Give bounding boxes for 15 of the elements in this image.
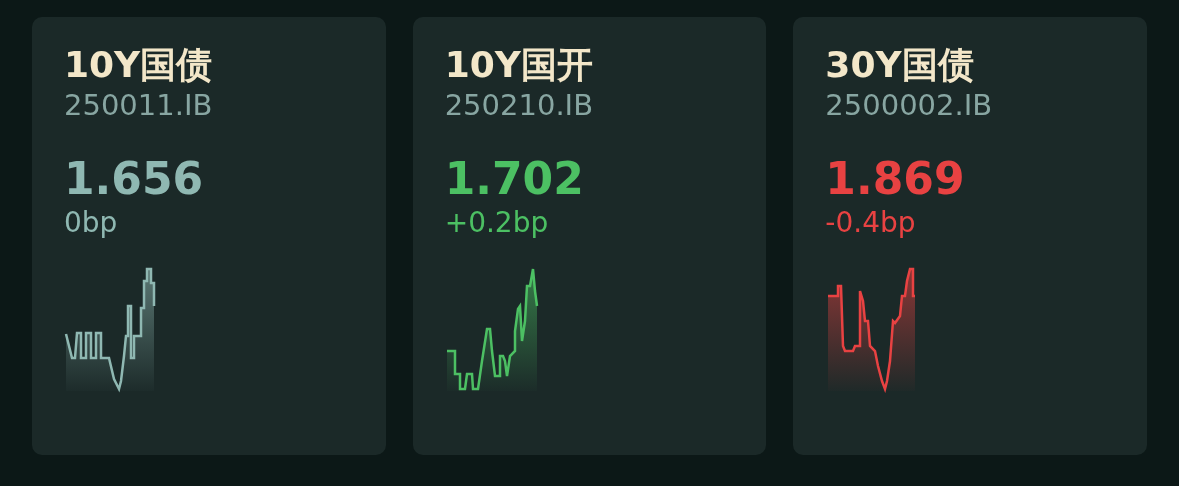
- bond-title: 30Y国债: [825, 43, 975, 87]
- yield-change: -0.4bp: [825, 205, 917, 241]
- bond-code: 250011.IB: [64, 87, 214, 123]
- bond-code: 250210.IB: [444, 87, 595, 123]
- bond-title: 10Y国债: [64, 43, 214, 87]
- yield-change: 0bp: [64, 205, 119, 241]
- bond-title: 10Y国开: [444, 43, 594, 87]
- bond-card[interactable]: 10Y国债 250011.IB 1.656 0bp: [32, 17, 386, 455]
- yield-value: 1.656: [64, 153, 205, 205]
- yield-value: 1.869: [825, 153, 966, 205]
- yield-change: +0.2bp: [444, 205, 550, 241]
- bond-card[interactable]: 30Y国债 2500002.IB 1.869 -0.4bp: [793, 17, 1147, 455]
- bond-card[interactable]: 10Y国开 250210.IB 1.702 +0.2bp: [412, 17, 767, 455]
- yield-value: 1.702: [444, 153, 585, 205]
- bond-code: 2500002.IB: [825, 87, 994, 123]
